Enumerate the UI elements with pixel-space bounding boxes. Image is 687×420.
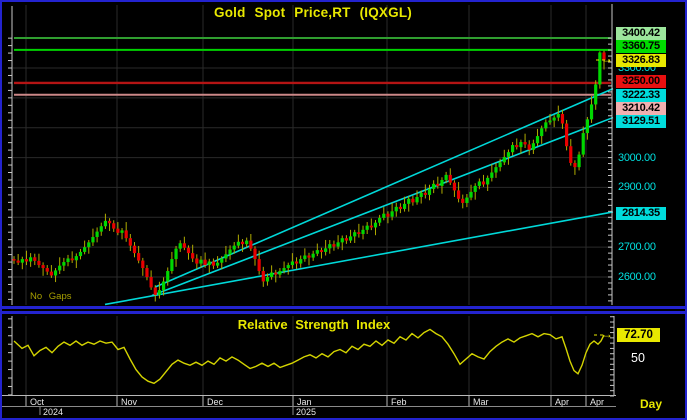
x-axis-month-label: Mar: [473, 397, 489, 407]
panel-separator: [0, 311, 687, 314]
x-axis-month-label: Apr: [590, 397, 604, 407]
chart-canvas[interactable]: [0, 0, 687, 420]
price-tag: 2814.35: [616, 207, 666, 220]
price-tag: 3326.83: [616, 54, 666, 67]
x-axis-month-label: Oct: [30, 397, 44, 407]
current-price-arrow-icon: →: [601, 52, 613, 66]
price-tag: 3360.75: [616, 40, 666, 53]
price-scale-label: 2600.00: [618, 271, 656, 283]
price-tag: 3210.42: [616, 102, 666, 115]
x-axis-month-label: Nov: [121, 397, 137, 407]
price-tag: 3129.51: [616, 115, 666, 128]
rsi-title: Relative Strength Index: [14, 317, 614, 332]
x-axis-month-label: Dec: [207, 397, 223, 407]
chart-title: Gold Spot Price,RT (IQXGL): [14, 5, 612, 20]
price-tag: 3222.33: [616, 89, 666, 102]
rsi-midline-label: 50: [631, 351, 645, 365]
interval-label: Day: [640, 397, 676, 411]
x-axis-year-label: 2025: [296, 407, 316, 417]
price-tag: 3400.42: [616, 27, 666, 40]
no-gaps-label: No Gaps: [30, 291, 72, 302]
x-axis-month-label: Jan: [297, 397, 312, 407]
rsi-current-value-tag: 72.70: [617, 328, 660, 342]
x-axis-year-label: 2024: [43, 407, 63, 417]
rsi-current-arrow-icon: →: [601, 327, 613, 341]
price-scale-label: 2900.00: [618, 181, 656, 193]
x-axis-month-label: Apr: [555, 397, 569, 407]
price-scale-label: 2700.00: [618, 241, 656, 253]
chart-window: Gold Spot Price,RT (IQXGL) No Gaps → 340…: [0, 0, 687, 420]
price-tag: 3250.00: [616, 75, 666, 88]
x-axis-month-label: Feb: [391, 397, 407, 407]
price-scale-label: 3000.00: [618, 152, 656, 164]
